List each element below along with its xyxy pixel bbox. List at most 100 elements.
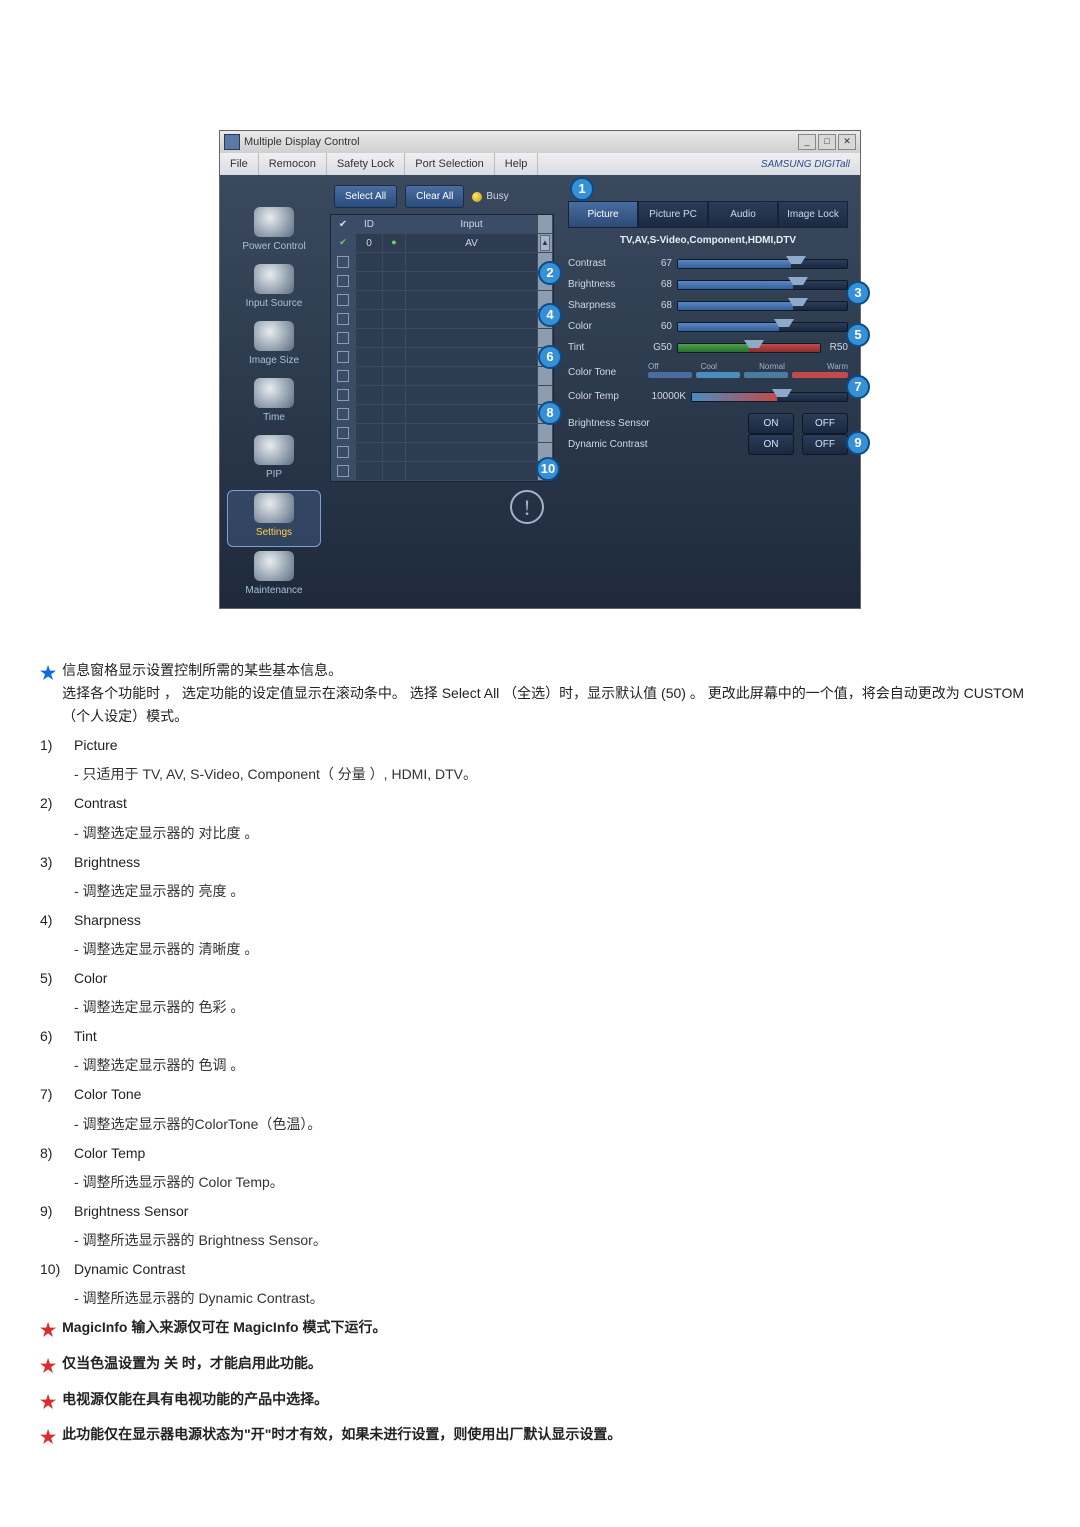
grid-row[interactable] (331, 386, 553, 405)
tab-image-lock[interactable]: Image Lock (778, 201, 848, 228)
menubar: File Remocon Safety Lock Port Selection … (220, 153, 860, 175)
row-color: Color 60 (568, 316, 848, 337)
dynamic-off-button[interactable]: OFF (802, 434, 848, 455)
sensor-on-button[interactable]: ON (748, 413, 794, 434)
tab-picture-pc[interactable]: Picture PC (638, 201, 708, 228)
maximize-button[interactable]: □ (818, 134, 836, 150)
callout-4: 4 (538, 303, 562, 327)
doc-item-sub: - 调整所选显示器的 Color Temp。 (40, 1171, 1040, 1194)
star-icon: ★ (40, 1316, 62, 1346)
tab-picture[interactable]: Picture (568, 201, 638, 228)
star-note: ★MagicInfo 输入来源仅可在 MagicInfo 模式下运行。 (40, 1316, 1040, 1346)
power-icon (254, 207, 294, 237)
window-title: Multiple Display Control (244, 134, 796, 151)
row-brightness-sensor: Brightness Sensor ONOFF (568, 413, 848, 434)
image-size-icon (254, 321, 294, 351)
callout-9: 9 (846, 431, 870, 455)
grid-header: ✔ ID Input (331, 215, 553, 234)
menu-remocon[interactable]: Remocon (259, 153, 327, 175)
minimize-button[interactable]: _ (798, 134, 816, 150)
header-input: Input (406, 215, 538, 233)
menu-safety-lock[interactable]: Safety Lock (327, 153, 405, 175)
info-icon[interactable]: ! (510, 490, 544, 524)
callout-3: 3 (846, 281, 870, 305)
sidebar: Power Control Input Source Image Size Ti… (224, 179, 324, 604)
sidebar-item-maintenance[interactable]: Maintenance (228, 549, 320, 604)
sharpness-slider[interactable] (677, 301, 848, 311)
doc-item: 1)Picture (40, 734, 1040, 757)
row-input: AV (406, 234, 538, 252)
star-icon: ★ (40, 1352, 62, 1382)
sidebar-item-settings[interactable]: Settings (227, 490, 321, 547)
doc-item: 6)Tint (40, 1025, 1040, 1048)
color-tone-selector[interactable]: OffCoolNormalWarm (648, 366, 848, 378)
intro-line-2: 选择各个功能时 ， 选定功能的设定值显示在滚动条中。 选择 Select All… (62, 685, 1024, 724)
row-tint: Tint G50 R50 (568, 337, 848, 358)
sidebar-item-pip[interactable]: PIP (228, 433, 320, 488)
grid-row[interactable] (331, 348, 553, 367)
grid-row[interactable] (331, 405, 553, 424)
time-icon (254, 378, 294, 408)
grid-row[interactable] (331, 443, 553, 462)
contrast-slider[interactable] (677, 259, 848, 269)
callout-6: 6 (538, 345, 562, 369)
doc-item-sub: - 调整选定显示器的 对比度 。 (40, 822, 1040, 845)
sensor-off-button[interactable]: OFF (802, 413, 848, 434)
grid-row[interactable] (331, 329, 553, 348)
settings-icon (254, 493, 294, 523)
dynamic-on-button[interactable]: ON (748, 434, 794, 455)
menu-help[interactable]: Help (495, 153, 539, 175)
busy-indicator: Busy (472, 189, 508, 204)
doc-item-sub: - 调整所选显示器的 Brightness Sensor。 (40, 1229, 1040, 1252)
grid-row[interactable] (331, 272, 553, 291)
doc-item: 7)Color Tone (40, 1083, 1040, 1106)
select-all-button[interactable]: Select All (334, 185, 397, 208)
grid-row[interactable]: 0 AV ▲ (331, 234, 553, 253)
pip-icon (254, 435, 294, 465)
clear-all-button[interactable]: Clear All (405, 185, 464, 208)
toolbar: Select All Clear All Busy (324, 179, 560, 214)
callout-8: 8 (538, 401, 562, 425)
detail-panel: 1 Picture Picture PC Audio Image Lock TV… (560, 179, 856, 604)
callout-2: 2 (538, 261, 562, 285)
color-temp-slider[interactable] (691, 392, 848, 402)
star-note: ★此功能仅在显示器电源状态为"开"时才有效，如果未进行设置，则使用出厂默认显示设… (40, 1423, 1040, 1453)
grid-row[interactable] (331, 253, 553, 272)
doc-item-sub: - 调整选定显示器的 色调 。 (40, 1054, 1040, 1077)
callout-1: 1 (570, 177, 594, 201)
doc-item-sub: - 调整选定显示器的 亮度 。 (40, 880, 1040, 903)
grid-row[interactable] (331, 291, 553, 310)
menu-port-selection[interactable]: Port Selection (405, 153, 494, 175)
titlebar: Multiple Display Control _ □ ✕ (220, 131, 860, 153)
grid-row[interactable] (331, 462, 553, 481)
star-note: ★电视源仅能在具有电视功能的产品中选择。 (40, 1388, 1040, 1418)
menu-file[interactable]: File (220, 153, 259, 175)
doc-item-sub: - 调整所选显示器的 Dynamic Contrast。 (40, 1287, 1040, 1310)
callout-7: 7 (846, 375, 870, 399)
color-slider[interactable] (677, 322, 848, 332)
tab-audio[interactable]: Audio (708, 201, 778, 228)
doc-item: 2)Contrast (40, 792, 1040, 815)
grid-row[interactable] (331, 424, 553, 443)
sidebar-item-input-source[interactable]: Input Source (228, 262, 320, 317)
close-button[interactable]: ✕ (838, 134, 856, 150)
sidebar-item-time[interactable]: Time (228, 376, 320, 431)
doc-item: 10)Dynamic Contrast (40, 1258, 1040, 1281)
grid-row[interactable] (331, 367, 553, 386)
document-body: ★ 信息窗格显示设置控制所需的某些基本信息。 选择各个功能时 ， 选定功能的设定… (40, 659, 1040, 1453)
callout-10: 10 (536, 457, 560, 481)
grid-row[interactable] (331, 310, 553, 329)
sidebar-item-image-size[interactable]: Image Size (228, 319, 320, 374)
row-checkbox[interactable] (331, 234, 356, 252)
brightness-slider[interactable] (677, 280, 848, 290)
doc-item-sub: - 只适用于 TV, AV, S-Video, Component（ 分量 ）,… (40, 763, 1040, 786)
header-checkbox[interactable]: ✔ (331, 215, 356, 233)
star-icon: ★ (40, 1388, 62, 1418)
tint-slider[interactable] (677, 343, 821, 353)
scroll-up-button[interactable]: ▲ (540, 235, 550, 251)
brand-label: SAMSUNG DIGITall (538, 153, 860, 175)
row-contrast: Contrast 67 (568, 253, 848, 274)
sidebar-item-power-control[interactable]: Power Control (228, 205, 320, 260)
doc-item: 4)Sharpness (40, 909, 1040, 932)
row-color-tone: Color Tone OffCoolNormalWarm (568, 358, 848, 386)
